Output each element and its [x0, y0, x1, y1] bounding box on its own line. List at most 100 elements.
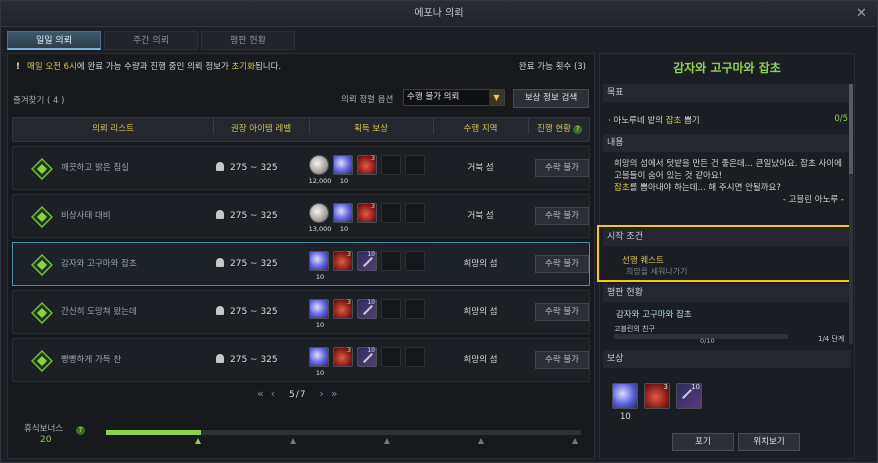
prereq-label: 선행 퀘스트	[622, 256, 664, 266]
reward-coin-icon[interactable]: 13,000	[309, 203, 331, 233]
content-text: 희망의 섬에서 텃밭을 만든 건 좋은데... 큰일났어요. 잡초 사이에 고블…	[614, 159, 844, 205]
helmet-icon	[216, 354, 224, 363]
reward-tool-icon[interactable]: 10	[357, 299, 377, 319]
col-reward: 획득 보상	[354, 124, 388, 134]
quest-emblem-icon	[31, 158, 53, 180]
marker-icon	[572, 438, 578, 444]
reward-tool-icon[interactable]: 10	[676, 383, 702, 409]
col-region: 수행 지역	[463, 124, 498, 134]
table-row[interactable]: 비상사태 대비 275 ~ 325 13,000 10 3 거북 섬 수락 불가	[12, 194, 590, 238]
goal-header: 목표	[603, 84, 851, 102]
col-quest-list: 의뢰 리스트	[92, 124, 134, 134]
empty-slot	[381, 203, 401, 223]
quest-list-panel: ! 매일 오전 6시에 완료 가능 수량과 진행 중인 의뢰 정보가 초기화됩니다…	[7, 53, 595, 459]
tab-daily[interactable]: 일일 의뢰	[7, 31, 101, 50]
reward-header: 보상	[603, 350, 851, 368]
col-progress: 진행 현황?	[528, 118, 591, 141]
quest-name: 간신히 도망쳐 왔는데	[61, 307, 137, 317]
empty-slot	[381, 347, 401, 367]
table-row[interactable]: 감자와 고구마와 잡초 275 ~ 325 10 3 10 희망의 섬 수락 불가	[12, 242, 590, 286]
item-level: 275 ~ 325	[216, 243, 278, 285]
empty-slot	[405, 155, 425, 175]
reward-tool-icon[interactable]: 10	[357, 251, 377, 271]
item-level: 275 ~ 325	[216, 291, 278, 333]
reward-gem-icon[interactable]: 10	[309, 299, 329, 329]
reward-search-button[interactable]: 보상 정보 검색	[513, 89, 589, 108]
table-row[interactable]: 빵빵하게 가득 찬 275 ~ 325 10 3 10 희망의 섬 수락 불가	[12, 338, 590, 382]
tab-reputation[interactable]: 평판 현황	[201, 31, 295, 50]
quest-detail-panel: 감자와 고구마와 잡초 목표 · 아노루네 밭의 잡초 뽑기 0/5 내용 희망…	[597, 53, 855, 459]
chevron-down-icon[interactable]: ▼	[489, 90, 504, 105]
accept-button[interactable]: 수락 불가	[535, 351, 589, 369]
scroll-thumb[interactable]	[849, 84, 853, 174]
reward-gem-icon[interactable]: 10	[309, 347, 329, 377]
quest-emblem-icon	[31, 302, 53, 324]
show-location-button[interactable]: 위치보기	[738, 433, 800, 451]
accept-button[interactable]: 수락 불가	[535, 207, 589, 225]
abandon-button[interactable]: 포기	[672, 433, 734, 451]
epona-quest-window: 에포나 의뢰 ✕ 일일 의뢰 주간 의뢰 평판 현황 ! 매일 오전 6시에 완료…	[0, 0, 878, 463]
last-page-icon[interactable]: »	[331, 387, 339, 400]
reputation-stage: 1/4 단계	[818, 335, 845, 343]
tab-weekly[interactable]: 주간 의뢰	[104, 31, 198, 50]
sort-label: 의뢰 정렬 옵션	[341, 95, 394, 105]
reward-pouch-icon[interactable]: 3	[333, 347, 353, 367]
quest-name: 비상사태 대비	[61, 211, 111, 221]
empty-slot	[381, 299, 401, 319]
next-page-icon[interactable]: ›	[319, 387, 324, 400]
start-condition-header: 시작 조건	[603, 228, 851, 246]
marker-icon	[478, 438, 484, 444]
reward-coin-icon[interactable]: 12,000	[309, 155, 331, 185]
window-title: 에포나 의뢰	[414, 8, 464, 19]
reset-notice: ! 매일 오전 6시에 완료 가능 수량과 진행 중인 의뢰 정보가 초기화됩니다…	[16, 62, 282, 72]
warning-icon: !	[16, 62, 20, 72]
reward-gem-icon[interactable]	[612, 383, 638, 409]
help-icon[interactable]: ?	[76, 426, 85, 435]
marker-icon	[384, 438, 390, 444]
favorites-count[interactable]: 즐겨찾기 ( 4 )	[13, 94, 64, 106]
quest-emblem-icon	[31, 350, 53, 372]
helmet-icon	[216, 306, 224, 315]
prev-page-icon[interactable]: ‹	[271, 387, 276, 400]
item-level: 275 ~ 325	[216, 147, 278, 189]
goal-count: 0/5	[834, 114, 848, 124]
reward-tool-icon[interactable]: 10	[357, 347, 377, 367]
accept-button[interactable]: 수락 불가	[535, 255, 589, 273]
reputation-header: 평판 현황	[603, 284, 851, 302]
sort-dropdown[interactable]: 수행 불가 의뢰 ▼	[403, 89, 505, 106]
helmet-icon	[216, 162, 224, 171]
reward-pouch-icon[interactable]: 3	[333, 251, 353, 271]
table-row[interactable]: 깨끗하고 밝은 침실 275 ~ 325 12,000 10 3 거북 섬 수락 불가	[12, 146, 590, 190]
quest-name: 빵빵하게 가득 찬	[61, 355, 122, 365]
pagination: « ‹ 5/7 › »	[254, 387, 342, 400]
empty-slot	[381, 155, 401, 175]
available-count: 완료 가능 횟수 (3)	[518, 62, 586, 72]
detail-title: 감자와 고구마와 잡초	[673, 61, 781, 75]
rest-bonus-bar	[106, 430, 581, 435]
reward-gem-icon[interactable]: 10	[333, 155, 353, 185]
accept-button[interactable]: 수락 불가	[535, 303, 589, 321]
item-level: 275 ~ 325	[216, 195, 278, 237]
accept-button[interactable]: 수락 불가	[535, 159, 589, 177]
close-icon[interactable]: ✕	[854, 6, 869, 21]
reward-pouch-icon[interactable]: 3	[357, 155, 377, 175]
reward-pouch-icon[interactable]: 3	[333, 299, 353, 319]
reward-pouch-icon[interactable]: 3	[644, 383, 670, 409]
help-icon[interactable]: ?	[572, 125, 582, 134]
reward-gem-icon[interactable]: 10	[333, 203, 353, 233]
empty-slot	[405, 347, 425, 367]
table-header: 의뢰 리스트 권장 아이템 레벨 획득 보상 수행 지역 진행 현황?	[12, 117, 590, 142]
window-titlebar: 에포나 의뢰 ✕	[1, 1, 877, 27]
detail-scrollbar[interactable]	[849, 84, 853, 344]
reputation-value: 0/10	[700, 337, 715, 345]
sort-value: 수행 불가 의뢰	[407, 92, 460, 102]
col-item-level: 권장 아이템 레벨	[230, 124, 292, 134]
table-row[interactable]: 간신히 도망쳐 왔는데 275 ~ 325 10 3 10 희망의 섬 수락 불가	[12, 290, 590, 334]
first-page-icon[interactable]: «	[257, 387, 265, 400]
reward-count: 10	[620, 412, 631, 422]
quest-region: 희망의 섬	[463, 259, 498, 269]
empty-slot	[381, 251, 401, 271]
marker-icon	[195, 438, 201, 444]
reward-pouch-icon[interactable]: 3	[357, 203, 377, 223]
reward-gem-icon[interactable]: 10	[309, 251, 329, 281]
